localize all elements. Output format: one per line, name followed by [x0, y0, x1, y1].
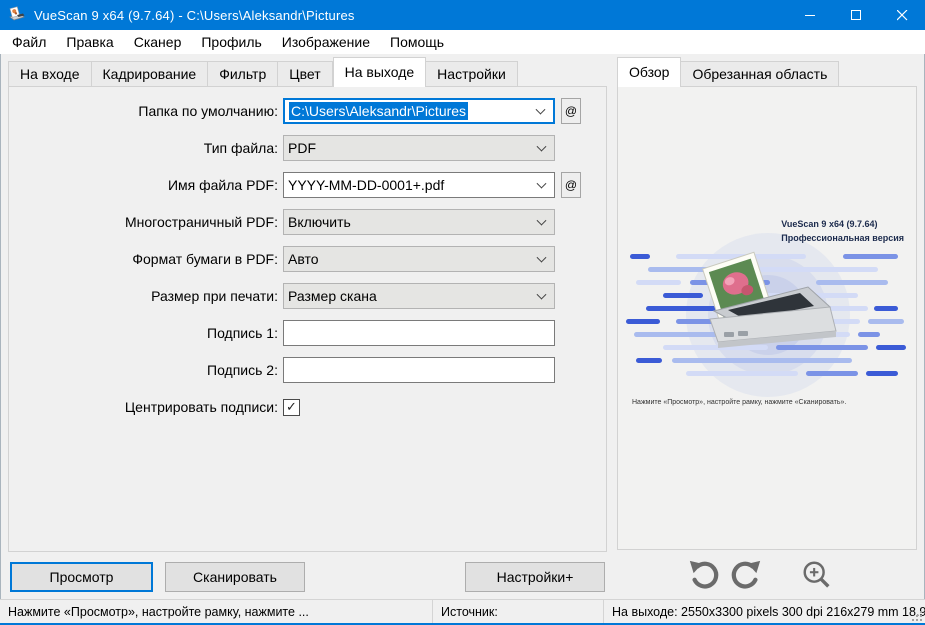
- resize-grip-icon[interactable]: [910, 609, 923, 622]
- titlebar: VueScan 9 x64 (9.7.64) - C:\Users\Aleksa…: [0, 0, 925, 30]
- statusbar: Нажмите «Просмотр», настройте рамку, наж…: [0, 599, 925, 623]
- settings-plus-button[interactable]: Настройки+: [465, 562, 605, 592]
- default-folder-value: C:\Users\Aleksandr\Pictures: [289, 102, 469, 120]
- tab-settings[interactable]: Настройки: [426, 61, 518, 87]
- print-size-combobox[interactable]: Размер скана: [283, 283, 555, 309]
- row-pdf-filename: Имя файла PDF: YYYY-MM-DD-0001+.pdf @: [9, 172, 606, 198]
- pdf-filename-value: YYYY-MM-DD-0001+.pdf: [288, 177, 445, 193]
- pdf-filename-label: Имя файла PDF:: [167, 177, 278, 193]
- menu-profile[interactable]: Профиль: [191, 30, 271, 54]
- tab-input[interactable]: На входе: [8, 61, 92, 87]
- window-title: VueScan 9 x64 (9.7.64) - C:\Users\Aleksa…: [34, 7, 355, 23]
- menu-edit[interactable]: Правка: [56, 30, 123, 54]
- tab-output[interactable]: На выходе: [332, 57, 427, 87]
- app-icon: [8, 6, 26, 24]
- chevron-down-icon: [536, 215, 547, 226]
- row-caption1: Подпись 1:: [9, 320, 606, 346]
- maximize-button[interactable]: [833, 0, 879, 30]
- checkmark-icon: ✓: [286, 399, 297, 414]
- multipage-pdf-value: Включить: [288, 214, 351, 230]
- file-type-combobox[interactable]: PDF: [283, 135, 555, 161]
- pdf-paper-size-value: Авто: [288, 251, 319, 267]
- row-file-type: Тип файла: PDF: [9, 135, 606, 161]
- tab-cropped-area[interactable]: Обрезанная область: [681, 61, 840, 87]
- zoom-in-icon[interactable]: [800, 559, 834, 593]
- caption1-input[interactable]: [283, 320, 555, 346]
- pdf-paper-size-combobox[interactable]: Авто: [283, 246, 555, 272]
- row-caption2: Подпись 2:: [9, 357, 606, 383]
- multipage-pdf-combobox[interactable]: Включить: [283, 209, 555, 235]
- logo-line2: Профессиональная версия: [781, 233, 904, 244]
- logo-line1: VueScan 9 x64 (9.7.64): [781, 219, 878, 229]
- status-output-info: На выходе: 2550x3300 pixels 300 dpi 216x…: [612, 604, 925, 619]
- file-type-value: PDF: [288, 140, 316, 156]
- menu-help[interactable]: Помощь: [380, 30, 454, 54]
- caption2-input[interactable]: [283, 357, 555, 383]
- close-button[interactable]: [879, 0, 925, 30]
- multipage-pdf-label: Многостраничный PDF:: [125, 214, 278, 230]
- preview-panel: VueScan 9 x64 (9.7.64) Профессиональная …: [617, 86, 917, 550]
- caption2-label: Подпись 2:: [207, 362, 278, 378]
- default-folder-label: Папка по умолчанию:: [138, 103, 278, 119]
- row-print-size: Размер при печати: Размер скана: [9, 283, 606, 309]
- vuescan-logo-text: VueScan 9 x64 (9.7.64) Профессиональная …: [781, 217, 904, 246]
- rotate-right-icon[interactable]: [729, 559, 763, 593]
- output-settings-panel: Папка по умолчанию: C:\Users\Aleksandr\P…: [8, 86, 607, 552]
- tab-filter[interactable]: Фильтр: [208, 61, 279, 87]
- print-size-label: Размер при печати:: [151, 288, 278, 304]
- chevron-down-icon: [536, 141, 547, 152]
- center-captions-checkbox[interactable]: ✓: [283, 398, 300, 416]
- row-pdf-paper-size: Формат бумаги в PDF: Авто: [9, 246, 606, 272]
- menubar: Файл Правка Сканер Профиль Изображение П…: [0, 30, 925, 54]
- scan-button[interactable]: Сканировать: [165, 562, 305, 592]
- chevron-down-icon[interactable]: [535, 104, 546, 115]
- tab-overview[interactable]: Обзор: [617, 57, 682, 87]
- pdf-filename-combobox[interactable]: YYYY-MM-DD-0001+.pdf: [283, 172, 555, 198]
- row-center-captions: Центрировать подписи: ✓: [9, 394, 606, 420]
- preview-button[interactable]: Просмотр: [10, 562, 153, 592]
- preview-caption: Нажмите «Просмотр», настройте рамку, наж…: [632, 399, 847, 406]
- window-controls: [787, 0, 925, 30]
- menu-file[interactable]: Файл: [2, 30, 56, 54]
- caption1-label: Подпись 1:: [207, 325, 278, 341]
- tab-color[interactable]: Цвет: [278, 61, 333, 87]
- status-source: Источник:: [433, 600, 604, 623]
- scanner-illustration: [626, 233, 906, 397]
- chevron-down-icon: [536, 252, 547, 263]
- menu-scanner[interactable]: Сканер: [124, 30, 192, 54]
- row-default-folder: Папка по умолчанию: C:\Users\Aleksandr\P…: [9, 98, 606, 124]
- vuescan-window: { "window": { "title": "VueScan 9 x64 (9…: [0, 0, 925, 625]
- chevron-down-icon[interactable]: [536, 178, 547, 189]
- chevron-down-icon: [536, 289, 547, 300]
- print-size-value: Размер скана: [288, 288, 377, 304]
- tab-crop[interactable]: Кадрирование: [91, 61, 209, 87]
- default-folder-combobox[interactable]: C:\Users\Aleksandr\Pictures: [283, 98, 555, 124]
- center-captions-label: Центрировать подписи:: [124, 399, 278, 415]
- pdf-paper-size-label: Формат бумаги в PDF:: [132, 251, 278, 267]
- preview-tabstrip: Обзор Обрезанная область: [617, 57, 840, 87]
- menu-image[interactable]: Изображение: [272, 30, 380, 54]
- pdf-filename-at-button[interactable]: @: [561, 172, 581, 198]
- file-type-label: Тип файла:: [203, 140, 278, 156]
- default-folder-at-button[interactable]: @: [561, 98, 581, 124]
- row-multipage-pdf: Многостраничный PDF: Включить: [9, 209, 606, 235]
- settings-tabstrip: На входе Кадрирование Фильтр Цвет На вых…: [8, 57, 518, 87]
- rotate-left-icon[interactable]: [687, 559, 721, 593]
- status-hint: Нажмите «Просмотр», настройте рамку, наж…: [0, 600, 433, 623]
- minimize-button[interactable]: [787, 0, 833, 30]
